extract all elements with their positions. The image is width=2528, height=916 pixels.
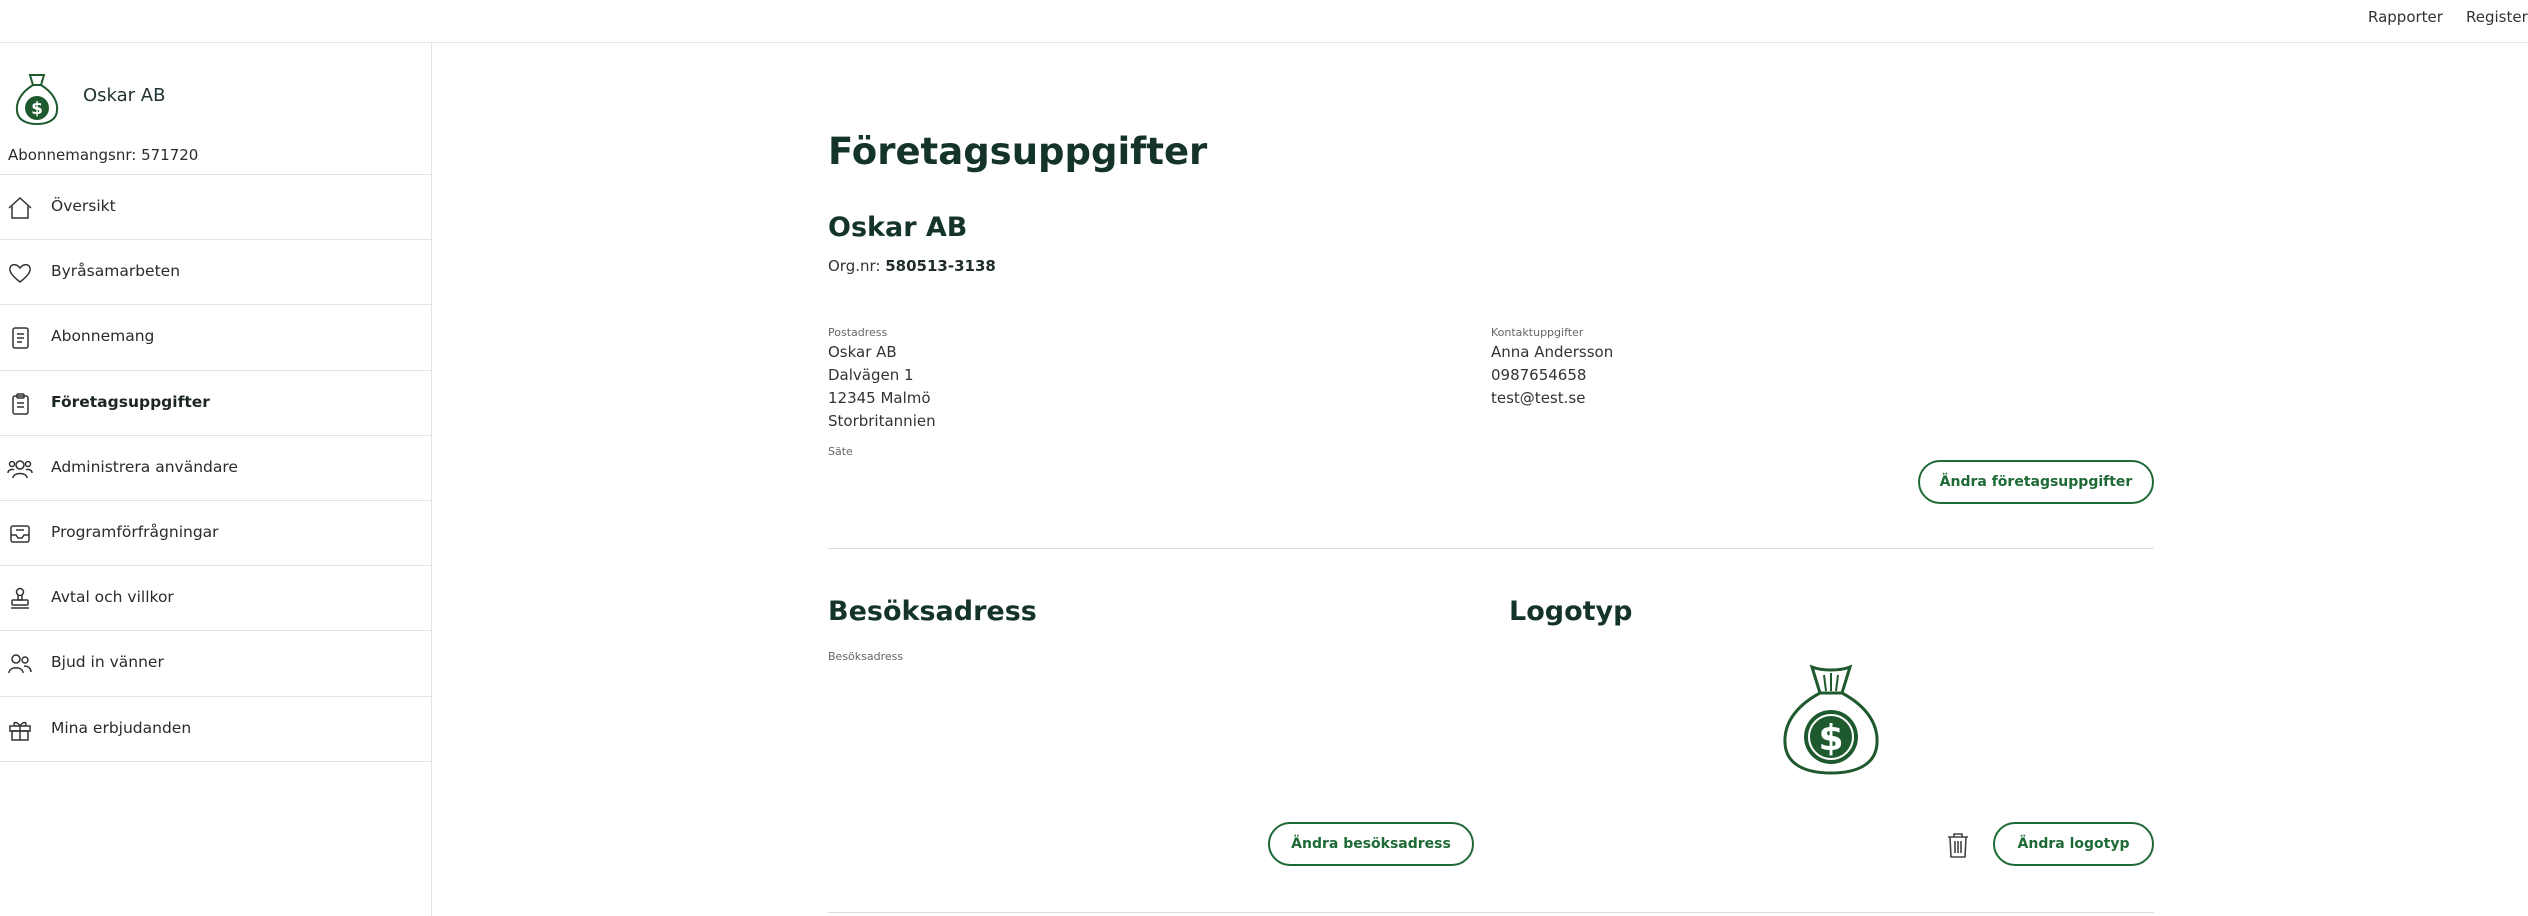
visit-address-label: Besöksadress [828, 650, 904, 663]
logo-title: Logotyp [1509, 596, 1633, 627]
subscription-number: Abonnemangsnr: 571720 [8, 146, 199, 164]
seat-label: Säte [828, 445, 853, 458]
sidebar-item-programforfragningar[interactable]: Programförfrågningar [0, 501, 432, 567]
edit-visit-address-button[interactable]: Ändra besöksadress [1268, 822, 1474, 866]
clipboard-icon [12, 392, 29, 415]
postal-address-label: Postadress [828, 326, 888, 339]
sidebar-item-label: Byråsamarbeten [51, 262, 181, 281]
sidebar-item-label: Översikt [51, 197, 116, 215]
sidebar-item-avtal-och-villkor[interactable]: Avtal och villkor [0, 566, 432, 632]
top-bar: Rapporter Register [0, 0, 2528, 43]
postal-line: Dalvägen 1 [828, 366, 914, 384]
company-name: Oskar AB [83, 85, 166, 106]
topnav-register-link[interactable]: Register [2466, 8, 2528, 26]
sidebar-item-foretagsuppgifter[interactable]: Företagsuppgifter [0, 371, 432, 436]
divider [828, 912, 2154, 913]
svg-text:$: $ [31, 99, 43, 119]
org-number-label: Org.nr: [828, 257, 886, 275]
visit-address-title: Besöksadress [828, 596, 1037, 627]
money-bag-icon: $ [1783, 664, 1879, 775]
postal-line: Storbritannien [828, 412, 936, 430]
sidebar-item-byrasamarbeten[interactable]: Byråsamarbeten [0, 240, 432, 306]
stamp-icon [11, 587, 29, 609]
sidebar-item-label: Företagsuppgifter [51, 392, 210, 411]
inbox-icon [10, 525, 30, 543]
gift-icon [9, 721, 31, 741]
users-icon [7, 460, 33, 478]
sidebar-item-mina-erbjudanden[interactable]: Mina erbjudanden [0, 697, 432, 762]
page-title: Företagsuppgifter [828, 130, 1208, 173]
contact-line: Anna Andersson [1491, 343, 1614, 361]
org-number: Org.nr: 580513-3138 [828, 257, 996, 275]
contact-line: test@test.se [1491, 389, 1586, 407]
contact-line: 0987654658 [1491, 366, 1587, 384]
sidebar-item-label: Mina erbjudanden [51, 718, 192, 737]
svg-text:$: $ [1818, 718, 1843, 759]
topnav-rapporter-link[interactable]: Rapporter [2368, 8, 2443, 26]
sidebar-item-oversikt[interactable]: Översikt [0, 175, 432, 241]
sidebar: $ Oskar AB Abonnemangsnr: 571720 Översik… [0, 43, 432, 916]
postal-line: 12345 Malmö [828, 389, 931, 407]
postal-line: Oskar AB [828, 343, 897, 361]
home-icon [8, 196, 32, 219]
heart-icon [9, 264, 31, 284]
sidebar-item-abonnemang[interactable]: Abonnemang [0, 305, 432, 371]
company-title: Oskar AB [828, 212, 968, 243]
sidebar-nav: Översikt Byråsamarbeten Abonnemang Föret… [0, 174, 432, 762]
sidebar-item-bjud-in-vanner[interactable]: Bjud in vänner [0, 631, 432, 697]
people-icon [8, 654, 32, 674]
edit-logo-button[interactable]: Ändra logotyp [1993, 822, 2154, 866]
sidebar-item-label: Programförfrågningar [51, 522, 219, 541]
sidebar-item-label: Avtal och villkor [51, 588, 174, 607]
sidebar-item-label: Bjud in vänner [51, 653, 164, 672]
sidebar-item-label: Administrera användare [51, 457, 238, 476]
divider [828, 548, 2154, 549]
sidebar-item-label: Abonnemang [51, 327, 155, 346]
contact-label: Kontaktuppgifter [1491, 326, 1584, 339]
org-number-value: 580513-3138 [885, 257, 996, 275]
company-header: $ Oskar AB [14, 69, 414, 125]
sidebar-item-administrera-anvandare[interactable]: Administrera användare [0, 436, 432, 501]
trash-icon[interactable] [1946, 831, 1970, 859]
money-bag-icon: $ [15, 74, 59, 125]
edit-company-button[interactable]: Ändra företagsuppgifter [1918, 460, 2154, 504]
document-icon [12, 327, 29, 350]
